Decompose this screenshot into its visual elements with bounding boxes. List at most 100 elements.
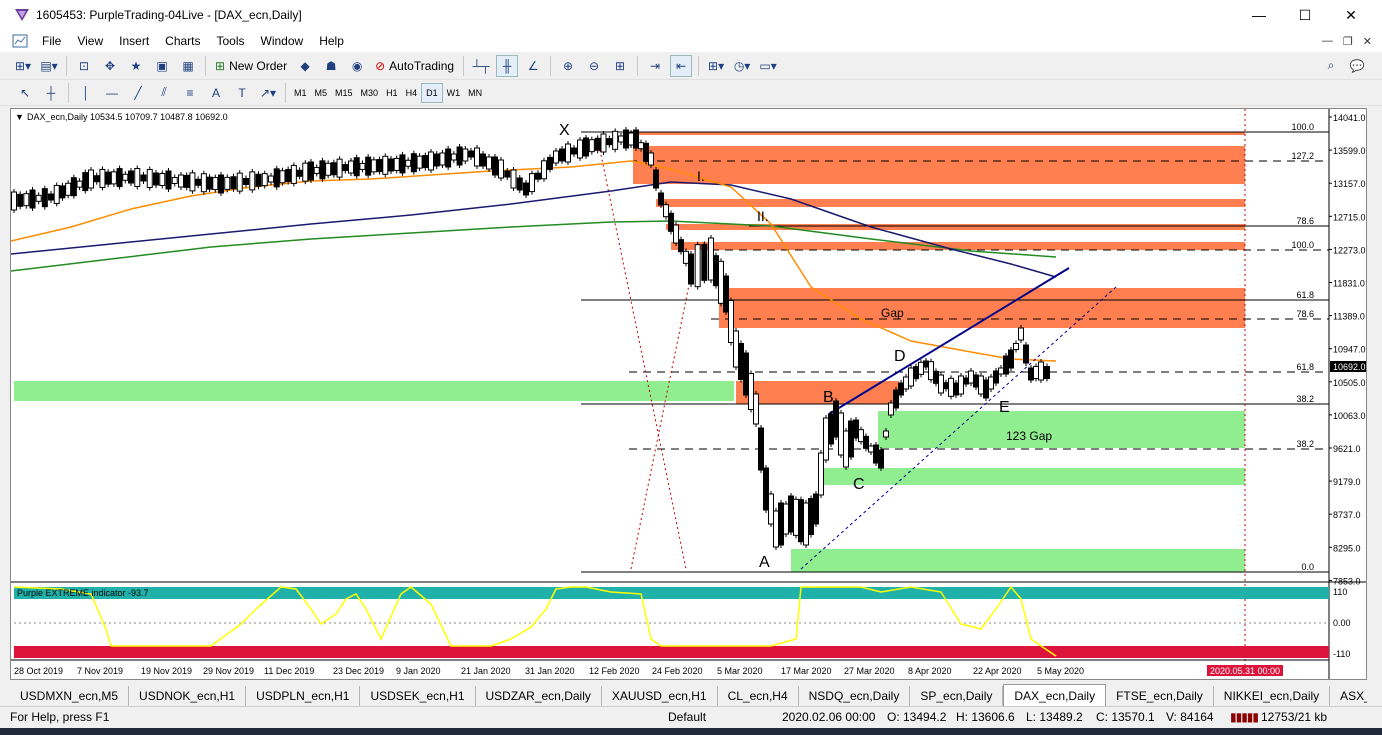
signals-icon[interactable]: ◉	[346, 55, 368, 77]
chart-tab[interactable]: XAUUSD_ecn,H1	[601, 686, 718, 706]
chart-tab[interactable]: SP_ecn,Daily	[910, 686, 1004, 706]
fib-lines	[581, 131, 1329, 573]
chart-tab[interactable]: USDMXN_ecn,M5	[10, 686, 130, 706]
profiles-icon[interactable]: ▤▾	[38, 55, 60, 77]
bar-chart-icon[interactable]: ┴┬	[470, 55, 492, 77]
candle	[516, 175, 523, 193]
price-axis-label: 9621.0	[1333, 444, 1361, 454]
menu-file[interactable]: File	[34, 34, 69, 48]
candle-body	[218, 174, 224, 194]
menu-window[interactable]: Window	[253, 34, 312, 48]
chart-tab[interactable]: CL_ecn,H4	[717, 686, 799, 706]
trendline-icon[interactable]: ╱	[127, 82, 149, 104]
chart-tab[interactable]: FTSE_ecn,Daily	[1106, 686, 1214, 706]
candle	[843, 428, 849, 470]
minimize-button[interactable]: —	[1236, 0, 1282, 30]
candle-body	[547, 156, 553, 170]
text-icon[interactable]: A	[205, 82, 227, 104]
menu-insert[interactable]: Insert	[111, 34, 157, 48]
chart-tab-active[interactable]: DAX_ecn,Daily	[1003, 684, 1107, 706]
line-chart-icon[interactable]: ∠	[522, 55, 544, 77]
indicators-icon[interactable]: ⊞▾	[705, 55, 727, 77]
candle	[296, 167, 303, 180]
candle	[818, 450, 824, 498]
label-a: A	[759, 554, 770, 571]
fibonacci-icon[interactable]: ≡	[179, 82, 201, 104]
candle-body	[302, 162, 309, 182]
candle	[938, 372, 944, 396]
menu-charts[interactable]: Charts	[157, 34, 208, 48]
autotrading-button[interactable]: ⊘ AutoTrading	[372, 55, 457, 77]
timeframe-m1[interactable]: M1	[290, 83, 311, 103]
candle	[778, 500, 784, 548]
candle	[110, 168, 117, 187]
timeframe-m15[interactable]: M15	[331, 83, 357, 103]
indicator-axis-label: -110	[1333, 649, 1350, 659]
tile-windows-icon[interactable]: ⊞	[609, 55, 631, 77]
candle-body	[348, 160, 354, 174]
candle-body	[1028, 367, 1034, 381]
chart-tab[interactable]: USDSEK_ecn,H1	[360, 686, 476, 706]
candle	[65, 180, 72, 199]
data-window-icon[interactable]: ✥	[99, 55, 121, 77]
chart-tab[interactable]: NSDQ_ecn,Daily	[798, 686, 911, 706]
chart-tab[interactable]: USDNOK_ecn,H1	[129, 686, 247, 706]
candle	[348, 158, 354, 176]
chart-window[interactable]: 100.0 127.2 78.6 100.0 61.8 78.6 61.8 38…	[10, 108, 1367, 680]
mdi-minimize-icon[interactable]: —	[1322, 35, 1333, 47]
crosshair-icon[interactable]: ┼	[40, 82, 62, 104]
search-icon[interactable]: ⌕	[1320, 55, 1342, 77]
status-open: O: 13494.2	[887, 710, 947, 724]
timeframe-w1[interactable]: W1	[443, 83, 465, 103]
price-axis-label: 11389.0	[1333, 312, 1365, 322]
cursor-icon[interactable]: ↖	[14, 82, 36, 104]
timeframe-h4[interactable]: H4	[402, 83, 422, 103]
community-icon[interactable]: ☗	[320, 55, 342, 77]
candle-body	[498, 159, 504, 179]
menu-tools[interactable]: Tools	[209, 34, 253, 48]
templates-icon[interactable]: ▭▾	[757, 55, 779, 77]
chart-canvas[interactable]: 100.0 127.2 78.6 100.0 61.8 78.6 61.8 38…	[11, 109, 1366, 679]
date-axis-label: 8 Apr 2020	[908, 666, 952, 676]
chat-icon[interactable]: 💬	[1346, 55, 1368, 77]
timeframe-d1[interactable]: D1	[421, 82, 443, 103]
chart-tab[interactable]: USDZAR_ecn,Daily	[475, 686, 602, 706]
close-button[interactable]: ✕	[1328, 0, 1374, 30]
menu-help[interactable]: Help	[311, 34, 352, 48]
zoom-out-icon[interactable]: ⊖	[583, 55, 605, 77]
new-chart-icon[interactable]: ⊞▾	[12, 55, 34, 77]
equidistant-channel-icon[interactable]: ⫽	[153, 82, 175, 104]
timeframe-h1[interactable]: H1	[382, 83, 402, 103]
chart-tab[interactable]: NIKKEI_ecn,Daily	[1213, 686, 1331, 706]
maximize-button[interactable]: ☐	[1282, 0, 1328, 30]
terminal-icon[interactable]: ▣	[151, 55, 173, 77]
metaeditor-icon[interactable]: ◆	[294, 55, 316, 77]
vertical-line-icon[interactable]: │	[75, 82, 97, 104]
mdi-restore-icon[interactable]: ❐	[1343, 35, 1353, 48]
chart-tab[interactable]: ASX_ecn,D	[1330, 686, 1367, 706]
autoscroll-icon[interactable]: ⇥	[644, 55, 666, 77]
candle-body	[983, 379, 989, 399]
candlesticks-icon[interactable]: ╫	[496, 54, 519, 77]
chart-shift-icon[interactable]: ⇤	[670, 54, 693, 77]
zoom-in-icon[interactable]: ⊕	[557, 55, 579, 77]
status-profile: Default	[668, 710, 707, 724]
arrows-icon[interactable]: ↗▾	[257, 82, 279, 104]
market-watch-icon[interactable]: ⊡	[73, 55, 95, 77]
strategy-tester-icon[interactable]: ▦	[177, 55, 199, 77]
candle-body	[748, 373, 754, 410]
current-price-label: 10692.0	[1333, 362, 1366, 372]
status-close: C: 13570.1	[1096, 710, 1155, 724]
mdi-close-icon[interactable]: ✕	[1363, 35, 1372, 48]
horizontal-line-icon[interactable]: —	[101, 82, 123, 104]
timeframe-m5[interactable]: M5	[311, 83, 332, 103]
navigator-icon[interactable]: ★	[125, 55, 147, 77]
chart-tab[interactable]: USDPLN_ecn,H1	[246, 686, 361, 706]
candle	[1008, 347, 1014, 371]
timeframe-mn[interactable]: MN	[464, 83, 486, 103]
periods-icon[interactable]: ◷▾	[731, 55, 753, 77]
text-label-icon[interactable]: T	[231, 82, 253, 104]
menu-view[interactable]: View	[69, 34, 111, 48]
timeframe-m30[interactable]: M30	[357, 83, 383, 103]
new-order-button[interactable]: ⊞ New Order	[212, 55, 290, 77]
